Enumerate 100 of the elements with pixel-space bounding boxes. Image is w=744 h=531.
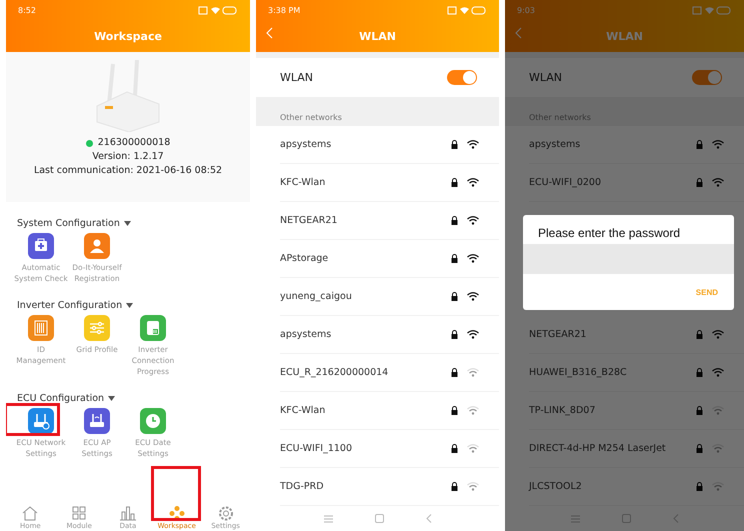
lock-icon [451, 178, 458, 187]
wifi-signal-icon [467, 140, 479, 149]
network-name: TP-LINK_8D07 [529, 405, 596, 416]
wifi-signal-icon [712, 482, 724, 491]
network-row[interactable]: TP-LINK_8D07 [529, 392, 744, 430]
network-row[interactable]: NETGEAR21 [280, 202, 499, 240]
wifi-signal-icon [712, 330, 724, 339]
home-square-icon[interactable] [622, 514, 630, 523]
password-field[interactable] [523, 244, 734, 274]
lock-icon [696, 482, 703, 491]
menu-icon[interactable] [570, 514, 580, 522]
lock-icon [451, 406, 458, 415]
status-time: 9:03 [517, 6, 535, 14]
dropdown-caret-icon[interactable] [124, 221, 131, 226]
network-row[interactable]: APstorage [280, 240, 499, 278]
network-row[interactable]: DIRECT-4d-HP M254 LaserJet [529, 430, 744, 468]
lock-icon [451, 140, 458, 149]
last-communication: Last communication: 2021-06-16 08:52 [34, 164, 222, 178]
section-title: Inverter Configuration [17, 300, 122, 311]
network-row[interactable]: KFC-Wlan [280, 164, 499, 202]
section-title: ECU Configuration [17, 393, 104, 404]
send-button[interactable]: SEND [694, 286, 720, 299]
wlan-toggle[interactable] [447, 70, 477, 85]
wifi-signal-icon [467, 254, 479, 263]
lock-icon [696, 406, 703, 415]
network-row[interactable]: apsystems [529, 126, 744, 164]
network-name: yuneng_caigou [280, 291, 352, 302]
network-name: KFC-Wlan [280, 177, 326, 188]
network-row[interactable]: JLCSTOOL2 [529, 468, 744, 506]
network-name: apsystems [529, 139, 580, 150]
network-row[interactable]: ECU_R_216200000014 [280, 354, 499, 392]
wlan-label: WLAN [280, 71, 314, 84]
network-name: ECU-WIFI_1100 [280, 443, 352, 454]
dropdown-caret-icon[interactable] [126, 303, 134, 308]
wlan-toggle[interactable] [692, 70, 722, 85]
wifi-signal-icon [467, 216, 479, 225]
lock-icon [451, 254, 458, 263]
lock-icon [451, 330, 458, 339]
network-row[interactable]: ECU-WIFI_1100 [280, 430, 499, 468]
wifi-signal-icon [712, 406, 724, 415]
section-title: System Configuration [17, 218, 120, 229]
back-icon[interactable] [672, 514, 678, 523]
dialog-title: Please enter the password [537, 225, 682, 242]
nav-chart-icon [118, 504, 138, 522]
network-name: NETGEAR21 [529, 329, 586, 340]
device-serial: 216300000018 [98, 136, 170, 150]
network-row[interactable]: NETGEAR21 [529, 316, 744, 354]
wifi-signal-icon [467, 406, 479, 415]
screen-title: WLAN [359, 30, 396, 42]
network-name: ECU_R_216200000014 [280, 367, 388, 378]
back-icon[interactable] [426, 514, 432, 523]
wifi-signal-icon [712, 444, 724, 453]
wifi-signal-icon [712, 178, 724, 187]
status-icons [692, 6, 732, 14]
wifi-signal-icon [467, 292, 479, 301]
home-square-icon[interactable] [374, 514, 384, 523]
network-name: KFC-Wlan [280, 405, 326, 416]
network-row[interactable]: HUAWEI_B316_B28C [529, 354, 744, 392]
wifi-signal-icon [467, 178, 479, 187]
network-row[interactable]: apsystems [280, 316, 499, 354]
network-name: DIRECT-4d-HP M254 LaserJet [529, 443, 666, 454]
screen-title: Workspace [94, 30, 162, 42]
lock-icon [451, 216, 458, 225]
lock-icon [451, 368, 458, 377]
lock-icon [696, 178, 703, 187]
network-name: JLCSTOOL2 [529, 481, 582, 492]
network-row[interactable]: yuneng_caigou [280, 278, 499, 316]
network-row[interactable]: TDG-PRD [280, 468, 499, 506]
status-icons [198, 6, 238, 14]
network-name: TDG-PRD [280, 481, 324, 492]
wifi-signal-icon [467, 444, 479, 453]
status-time: 3:38 PM [268, 6, 300, 14]
network-row[interactable]: KFC-Wlan [280, 392, 499, 430]
lock-icon [451, 482, 458, 491]
lock-icon [696, 444, 703, 453]
lock-icon [451, 292, 458, 301]
lock-icon [451, 444, 458, 453]
status-icons [447, 6, 487, 14]
wlan-label: WLAN [529, 71, 562, 84]
network-row[interactable]: ECU-WIFI_0200 [529, 164, 744, 202]
network-name: APstorage [280, 253, 328, 264]
status-time: 8:52 [18, 6, 36, 14]
wifi-signal-icon [467, 330, 479, 339]
network-row[interactable]: apsystems [280, 126, 499, 164]
wifi-signal-icon [712, 140, 724, 149]
network-name: apsystems [280, 329, 332, 340]
lock-icon [696, 330, 703, 339]
lock-icon [696, 140, 703, 149]
network-name: HUAWEI_B316_B28C [529, 367, 627, 378]
network-name: NETGEAR21 [280, 215, 338, 226]
wifi-signal-icon [712, 368, 724, 377]
device-version: Version: 1.2.17 [92, 150, 164, 164]
wifi-signal-icon [467, 368, 479, 377]
network-name: ECU-WIFI_0200 [529, 177, 602, 188]
lock-icon [696, 368, 703, 377]
network-name: apsystems [280, 139, 332, 150]
menu-icon[interactable] [324, 514, 332, 522]
group-label: Other networks [280, 113, 342, 122]
dropdown-caret-icon[interactable] [108, 396, 116, 401]
wifi-signal-icon [467, 482, 479, 491]
